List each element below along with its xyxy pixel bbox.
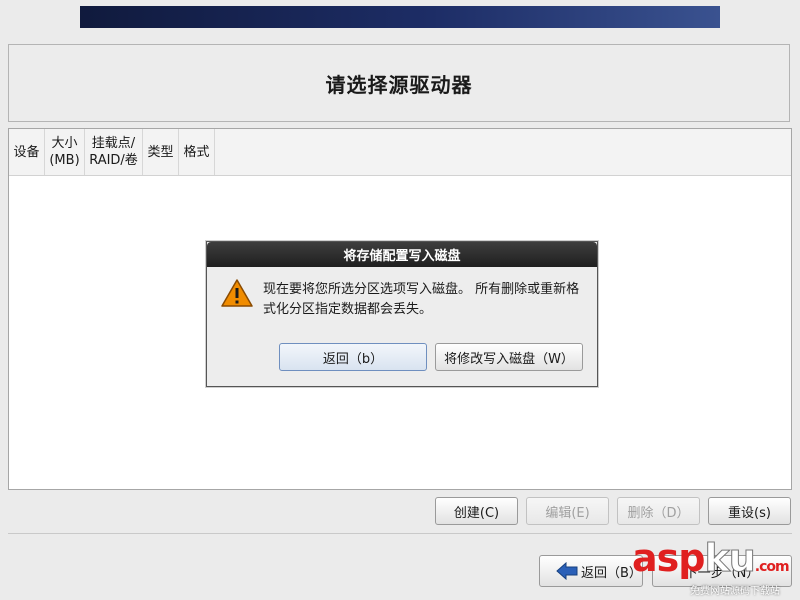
page-header: 请选择源驱动器: [8, 44, 790, 122]
column-mount-label: 挂载点/: [91, 136, 136, 151]
table-header: 设备 大小 (MB) 挂载点/ RAID/卷 类型 格式: [9, 129, 791, 176]
column-size[interactable]: 大小 (MB): [45, 129, 85, 175]
column-format-label: 格式: [183, 144, 210, 160]
dialog-back-button[interactable]: 返回（b）: [279, 343, 427, 371]
watermark-ku: ku: [704, 536, 756, 581]
edit-button[interactable]: 编辑(E): [526, 497, 609, 525]
dialog-message: 现在要将您所选分区选项写入磁盘。 所有删除或重新格式化分区指定数据都会丢失。: [263, 282, 580, 317]
top-banner: [80, 6, 720, 28]
back-button[interactable]: 返回（B）: [539, 555, 643, 587]
create-button[interactable]: 创建(C): [435, 497, 518, 525]
watermark-asp: asp: [632, 536, 705, 580]
column-size-unit: (MB): [49, 153, 80, 168]
page-title: 请选择源驱动器: [325, 72, 473, 97]
reset-button[interactable]: 重设(s): [708, 497, 791, 525]
delete-button[interactable]: 删除（D）: [617, 497, 700, 525]
dialog-title: 将存储配置写入磁盘: [207, 242, 597, 267]
back-arrow-icon: [556, 562, 578, 580]
dialog-write-button[interactable]: 将修改写入磁盘（W）: [435, 343, 583, 371]
watermark-logo: aspku.com 免费网站源码下载站: [632, 536, 800, 600]
write-to-disk-dialog: 将存储配置写入磁盘 现在要将您所选分区选项写入磁盘。 所有删除或重新格式化分区指…: [206, 241, 598, 387]
watermark-subtitle: 免费网站源码下载站: [690, 586, 780, 597]
footer-divider: [8, 533, 792, 534]
column-mount[interactable]: 挂载点/ RAID/卷: [85, 129, 143, 175]
column-size-label: 大小: [51, 136, 78, 151]
column-device[interactable]: 设备: [9, 129, 45, 175]
column-device-label: 设备: [13, 144, 40, 160]
column-type-label: 类型: [147, 144, 174, 160]
column-format[interactable]: 格式: [179, 129, 215, 175]
watermark-suffix: .com: [754, 559, 790, 575]
warning-icon: [221, 279, 253, 307]
column-type[interactable]: 类型: [143, 129, 179, 175]
column-mount-sub: RAID/卷: [89, 153, 138, 168]
watermark-text: aspku.com: [632, 536, 790, 581]
